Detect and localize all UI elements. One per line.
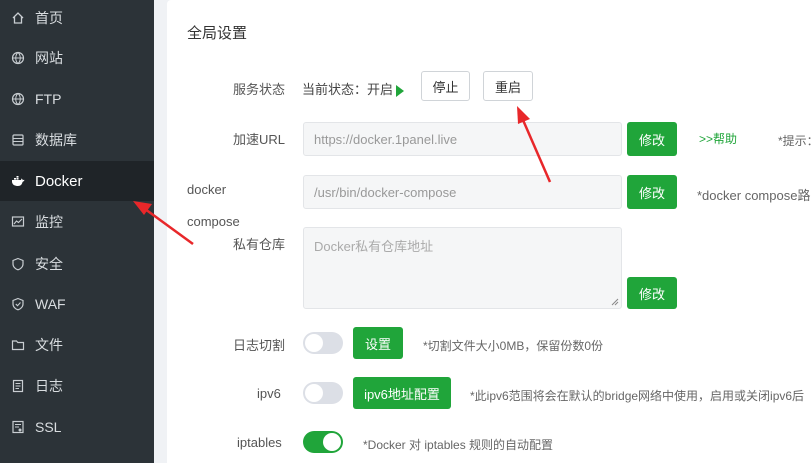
sidebar-item-label: Docker [35, 172, 83, 190]
mirror-hint: *提示： [778, 134, 812, 148]
registry-label: 私有仓库 [233, 237, 286, 252]
stop-button[interactable]: 停止 [421, 71, 470, 101]
toggle-knob [323, 433, 341, 451]
registry-textarea[interactable]: Docker私有仓库地址 [303, 227, 622, 309]
panel-title: 全局设置 [187, 25, 248, 42]
mirror-url-input[interactable]: https://docker.1panel.live [303, 122, 622, 156]
sidebar-item-label: 日志 [35, 378, 63, 394]
sidebar-item-logs[interactable]: 日志 [0, 366, 154, 406]
ipv6-label: ipv6 [257, 386, 281, 401]
log-rotate-settings-button[interactable]: 设置 [353, 327, 403, 359]
sidebar-item-docker[interactable]: Docker [0, 161, 154, 201]
sidebar-item-website[interactable]: 网站 [0, 38, 154, 78]
iptables-label: iptables [237, 435, 282, 450]
sidebar-item-label: 数据库 [35, 132, 77, 148]
sidebar-item-label: 文件 [35, 337, 63, 353]
log-icon [11, 379, 25, 393]
sidebar-item-label: SSL [35, 419, 62, 435]
sidebar-item-ssl[interactable]: SSL [0, 407, 154, 447]
shield-icon [11, 257, 25, 271]
sidebar-item-label: 安全 [35, 256, 63, 272]
docker-icon [11, 174, 25, 188]
sidebar-item-security[interactable]: 安全 [0, 244, 154, 284]
sidebar-item-files[interactable]: 文件 [0, 325, 154, 365]
mirror-url-label: 加速URL [233, 132, 286, 147]
sidebar-item-label: WAF [35, 296, 66, 312]
folder-icon [11, 338, 25, 352]
ipv6-config-button[interactable]: ipv6地址配置 [353, 377, 451, 409]
service-status-value: 当前状态：开启 [302, 79, 405, 98]
shield-icon [11, 297, 25, 311]
sidebar: 首页 网站 FTP 数据库 Docker 监控 安全 WAF 文件 日志 SSL [0, 0, 154, 463]
sidebar-item-label: FTP [35, 91, 62, 107]
sidebar-item-label: 首页 [35, 10, 63, 26]
iptables-hint: *Docker 对 iptables 规则的自动配置 [363, 438, 554, 452]
registry-edit-button[interactable]: 修改 [627, 277, 677, 309]
sidebar-item-home[interactable]: 首页 [0, 0, 154, 38]
mirror-edit-button[interactable]: 修改 [627, 122, 677, 156]
compose-path-input[interactable]: /usr/bin/docker-compose [303, 175, 622, 209]
toggle-knob [305, 384, 323, 402]
compose-edit-button[interactable]: 修改 [627, 175, 677, 209]
sidebar-item-waf[interactable]: WAF [0, 284, 154, 324]
globe-icon [11, 51, 25, 65]
global-settings-panel: 全局设置 服务状态 当前状态：开启 停止 重启 加速URL https://do… [167, 0, 812, 463]
log-rotate-label: 日志切割 [233, 338, 286, 353]
toggle-knob [305, 334, 323, 352]
resize-grip-icon[interactable] [611, 298, 619, 306]
certificate-icon [11, 420, 25, 434]
compose-label: docker [187, 182, 227, 197]
compose-hint: *docker compose路 [697, 188, 811, 203]
sidebar-item-label: 网站 [35, 50, 63, 66]
service-status-text: 当前状态：开启 [302, 82, 394, 97]
database-icon [11, 133, 25, 147]
log-rotate-toggle[interactable] [303, 332, 343, 354]
sidebar-item-monitor[interactable]: 监控 [0, 202, 154, 242]
ipv6-toggle[interactable] [303, 382, 343, 404]
sidebar-item-database[interactable]: 数据库 [0, 120, 154, 160]
registry-placeholder: Docker私有仓库地址 [314, 239, 434, 254]
sidebar-item-ftp[interactable]: FTP [0, 79, 154, 119]
service-status-label: 服务状态 [233, 82, 286, 97]
play-icon [396, 84, 405, 97]
compose-label-line2: compose [187, 214, 240, 229]
globe-icon [11, 92, 25, 106]
help-link[interactable]: >>帮助 [699, 130, 737, 147]
monitor-icon [11, 215, 25, 229]
log-rotate-hint: *切割文件大小0MB，保留份数0份 [423, 339, 604, 353]
restart-button[interactable]: 重启 [483, 71, 533, 101]
home-icon [11, 11, 25, 25]
sidebar-item-label: 监控 [35, 214, 63, 230]
ipv6-hint: *此ipv6范围将会在默认的bridge网络中使用，启用或关闭ipv6后 [470, 389, 805, 403]
iptables-toggle[interactable] [303, 431, 343, 453]
